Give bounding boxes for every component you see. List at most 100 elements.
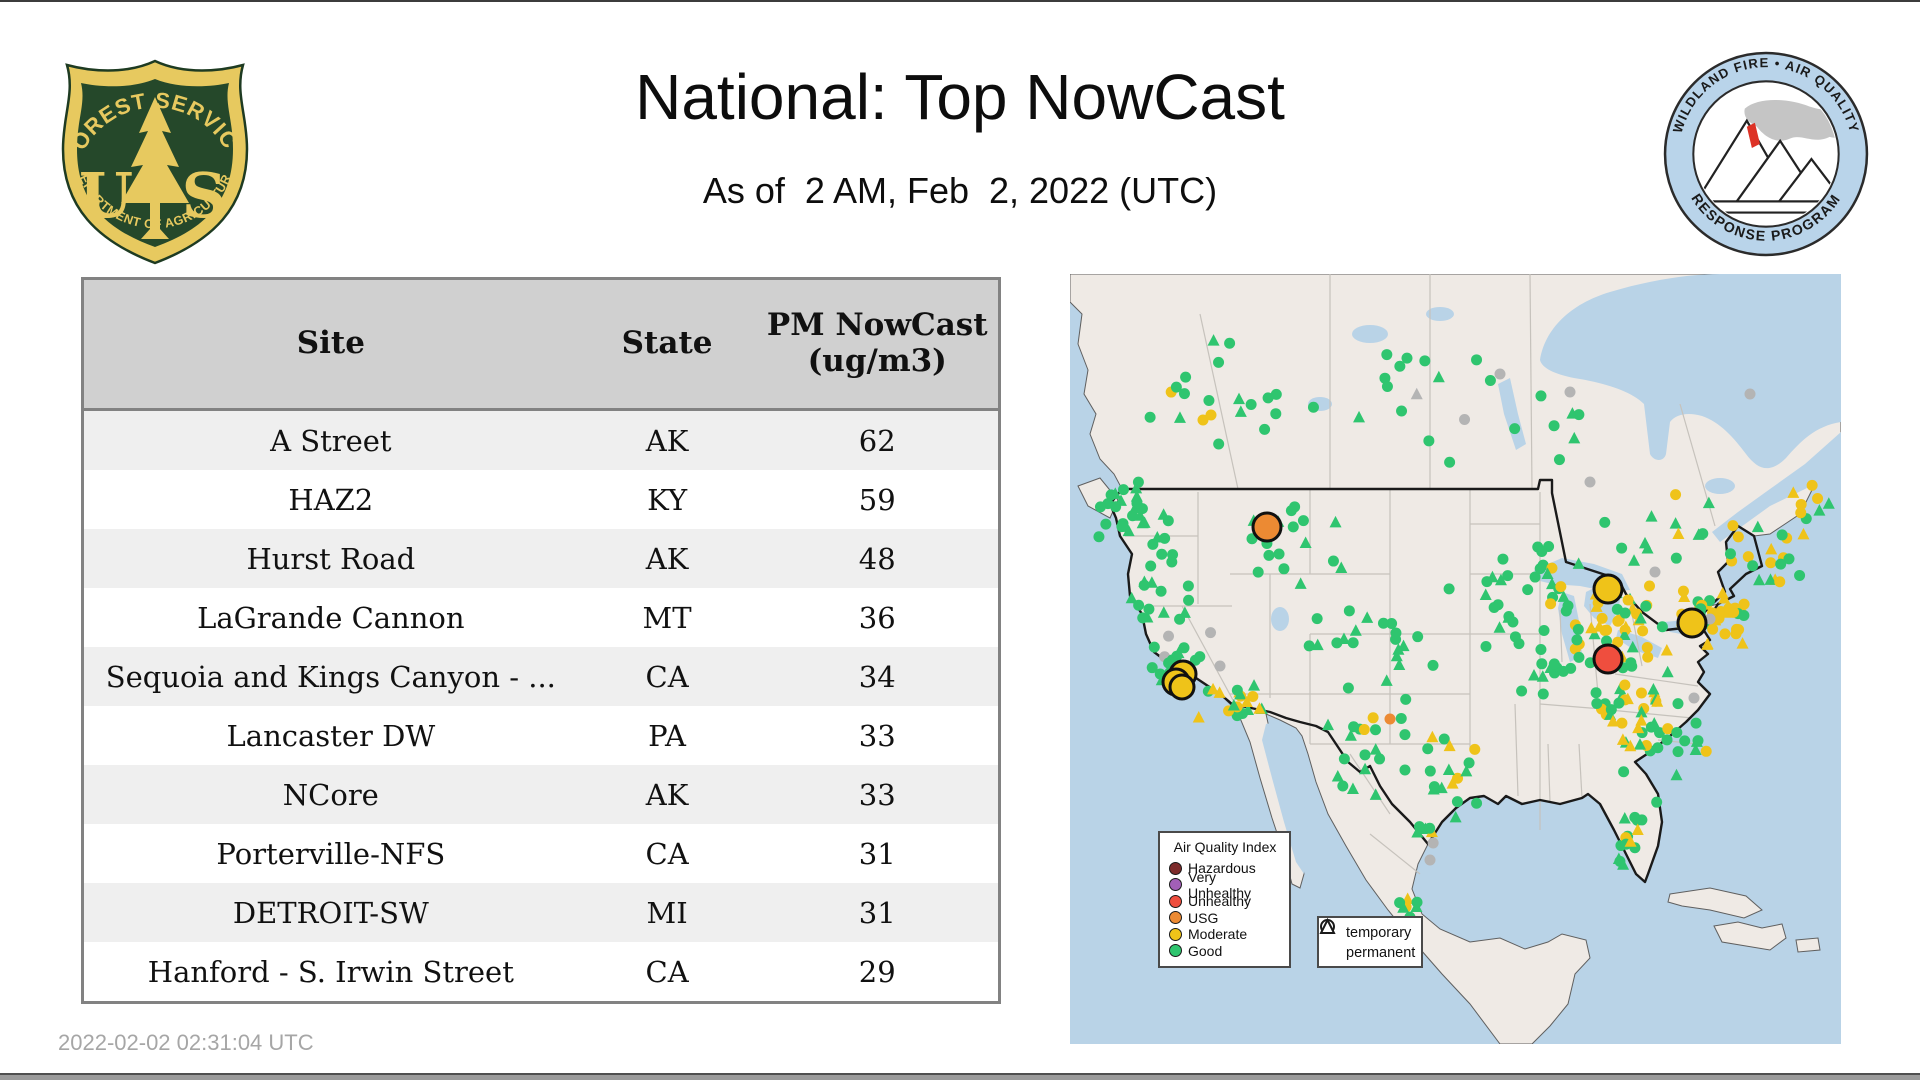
value-cell: 48 <box>756 529 1000 588</box>
top-nowcast-table-wrap: Site State PM NowCast (ug/m3) A Street AK… <box>81 277 1001 1004</box>
monitor-dot-good <box>1127 510 1139 522</box>
nowcast-report-page: FOREST SERVICE U S DEPARTMENT OF AGRICUL… <box>0 0 1920 1080</box>
monitor-dot-inactive <box>1584 476 1596 488</box>
monitor-dot-good <box>1147 538 1159 550</box>
monitor-dot-good <box>1652 742 1664 754</box>
monitor-dot-good <box>1629 811 1641 823</box>
monitor-dot-moderate <box>1616 717 1628 729</box>
monitor-dot-good <box>1616 542 1628 554</box>
monitor-dot-moderate <box>1619 679 1631 691</box>
monitor-dot-inactive <box>1424 854 1436 866</box>
monitor-dot-good <box>1451 796 1463 808</box>
monitor-dot-moderate <box>1700 745 1712 757</box>
monitor-dot-good <box>1548 420 1560 432</box>
canadian-lake <box>1352 325 1388 343</box>
puerto-rico <box>1795 937 1821 953</box>
monitor-dot-moderate <box>1358 724 1370 736</box>
site-cell: Lancaster DW <box>82 706 578 765</box>
monitor-dot-good <box>1245 399 1257 411</box>
monitor-dot-moderate <box>1732 531 1744 543</box>
state-cell: AK <box>577 529 757 588</box>
aqi-legend-item: Moderate <box>1169 926 1281 943</box>
top-site-marker-moderate <box>1592 573 1624 605</box>
monitor-dot-good <box>1377 617 1389 629</box>
col-header-site: Site <box>82 278 578 411</box>
monitor-dot-inactive <box>1459 414 1471 426</box>
legend-label: permanent <box>1346 945 1416 961</box>
monitor-dot-good <box>1343 605 1355 617</box>
monitor-dot-good <box>1100 518 1112 530</box>
site-cell: Hanford - S. Irwin Street <box>82 942 578 1003</box>
monitor-dot-good <box>1548 658 1560 670</box>
monitor-dot-good <box>1170 381 1182 393</box>
monitor-dot-good <box>1747 560 1759 572</box>
aqi-legend: Air Quality Index Hazardous Very Unhealth… <box>1158 831 1291 968</box>
table-row: Lancaster DW PA 33 <box>82 706 1000 765</box>
monitor-dot-good <box>1116 521 1128 533</box>
aqi-legend-item: Very Unhealthy <box>1169 869 1281 901</box>
monitor-dot-good <box>1146 662 1158 674</box>
monitor-dot-good <box>1148 641 1160 653</box>
monitor-dot-moderate <box>1367 712 1379 724</box>
monitor-dot-good <box>1263 549 1275 561</box>
monitor-dot-good <box>1497 553 1509 565</box>
monitor-dot-good <box>1488 602 1500 614</box>
monitor-dot-good <box>1776 529 1788 541</box>
monitor-dot-good <box>1289 501 1301 513</box>
monitor-dot-good <box>1599 516 1611 528</box>
aqi-legend-label: Good <box>1188 942 1223 959</box>
monitor-dot-good <box>1537 688 1549 700</box>
monitor-dot-good <box>1444 456 1456 468</box>
monitor-dot-good <box>1252 566 1264 578</box>
table-row: Hanford - S. Irwin Street CA 29 <box>82 942 1000 1003</box>
monitor-dot-moderate <box>1727 520 1739 532</box>
monitor-dot-good <box>1424 765 1436 777</box>
monitor-dot-good <box>1287 521 1299 533</box>
site-cell: Sequoia and Kings Canyon - ... <box>82 647 578 706</box>
monitor-dot-good <box>1180 371 1192 383</box>
aqi-legend-item: Good <box>1169 943 1281 960</box>
monitor-dot-inactive <box>1205 627 1217 639</box>
monitor-dot-moderate <box>1719 628 1731 640</box>
monitor-dot-good <box>1794 569 1806 581</box>
monitor-dot-good <box>1194 651 1206 663</box>
wfaqrp-logo: WILDLAND FIRE • AIR QUALITY RESPONSE PRO… <box>1663 51 1869 257</box>
monitor-dot-good <box>1614 855 1626 867</box>
monitor-dot-good <box>1679 735 1691 747</box>
page-subtitle: As of 2 AM, Feb 2, 2022 (UTC) <box>702 170 1218 211</box>
monitor-dot-moderate <box>1642 651 1654 663</box>
monitor-dot-good <box>1443 583 1455 595</box>
legend-item-permanent: permanent <box>1319 918 1416 963</box>
monitor-dot-good <box>1535 390 1547 402</box>
monitor-dot-good <box>1303 640 1315 652</box>
monitor-dot-good <box>1400 693 1412 705</box>
value-cell: 62 <box>756 409 1000 470</box>
monitor-dot-good <box>1651 796 1663 808</box>
monitor-dot-good <box>1307 401 1319 413</box>
page-title: National: Top NowCast <box>635 61 1285 133</box>
table-row: Porterville-NFS CA 31 <box>82 824 1000 883</box>
monitor-dot-good <box>1093 531 1105 543</box>
monitor-dot-good <box>1262 392 1274 404</box>
monitor-dot-moderate <box>1643 580 1655 592</box>
state-cell: CA <box>577 942 757 1003</box>
monitor-dot-good <box>1311 613 1323 625</box>
value-cell: 36 <box>756 588 1000 647</box>
monitor-dot-good <box>1278 563 1290 575</box>
site-cell: HAZ2 <box>82 470 578 529</box>
monitor-dot-good <box>1481 576 1493 588</box>
monitor-dot-good <box>1640 600 1652 612</box>
monitor-dot-good <box>1480 641 1492 653</box>
monitor-dot-good <box>1590 687 1602 699</box>
monitor-dot-good <box>1347 637 1359 649</box>
value-cell: 34 <box>756 647 1000 706</box>
table-row: A Street AK 62 <box>82 409 1000 470</box>
monitor-dot-good <box>1423 435 1435 447</box>
value-cell: 33 <box>756 706 1000 765</box>
monitor-dot-good <box>1509 631 1521 643</box>
aqi-legend-label: Unhealthy <box>1188 893 1252 910</box>
monitor-dot-good <box>1536 546 1548 558</box>
monitor-dot-good <box>1399 729 1411 741</box>
usg-dot-icon <box>1169 911 1182 925</box>
monitor-dot-good <box>1370 724 1382 736</box>
